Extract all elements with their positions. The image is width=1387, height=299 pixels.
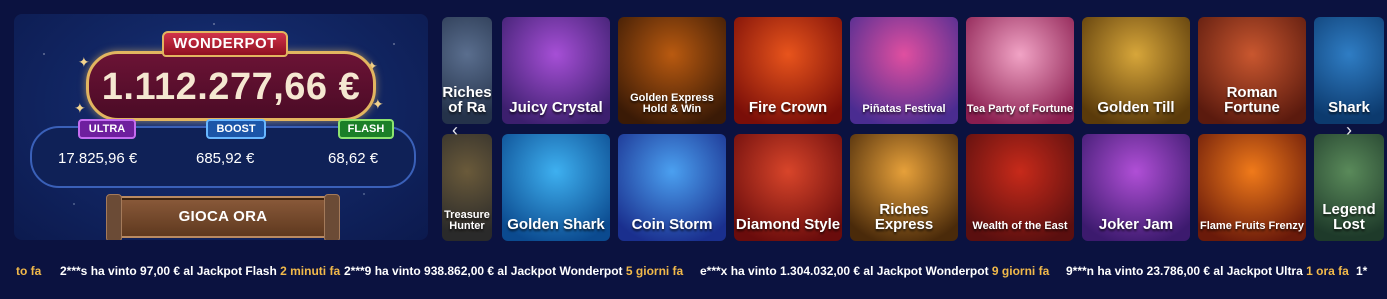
ticker-item: e***x ha vinto 1.304.032,00 € al Jackpot… [700,264,1049,278]
game-title: Piñatas Festival [862,103,946,116]
jackpot-panel: ✦ ✦ ✦ ✦ 1.112.277,66 € WONDERPOT ULTRA B… [14,14,428,240]
ticker-text: 9***n ha vinto 23.786,00 € al Jackpot Ul… [1066,264,1307,278]
boost-value: 685,92 € [196,150,255,167]
game-tile[interactable]: Joker Jam [1082,134,1190,241]
game-title: Diamond Style [735,216,841,234]
ultra-value: 17.825,96 € [58,150,138,167]
carousel-next-icon[interactable]: › [1346,120,1352,141]
game-tile[interactable]: Fire Crown [734,17,842,124]
game-title: Coin Storm [631,216,713,234]
game-title: Juicy Crystal [509,99,603,117]
wonderpot-frame: 1.112.277,66 € [86,51,376,121]
game-tile[interactable]: Treasure Hunter [442,134,492,241]
ticker-text: e***x ha vinto 1.304.032,00 € al Jackpot… [700,264,992,278]
game-title: Tea Party of Fortune [966,103,1074,116]
game-carousel: Riches of Ra Treasure Hunter Juicy Crystal… [442,17,1387,241]
game-title: Golden Till [1097,99,1175,117]
ticker-time: 9 giorni fa [991,264,1050,278]
flash-badge: FLASH [338,119,394,139]
ticker-text: 1* [1356,264,1368,278]
ticker-text: 2***s ha vinto 97,00 € al Jackpot Flash [60,264,281,278]
game-title: Joker Jam [1098,216,1174,234]
game-title: Legend Lost [1322,200,1376,234]
star-decoration-icon: ✦ [78,54,90,70]
ticker-item: 1* [1356,264,1367,278]
game-tile[interactable]: Golden Till [1082,17,1190,124]
ticker-text: 2***9 ha vinto 938.862,00 € al Jackpot W… [344,264,626,278]
game-title: Shark [1328,99,1370,117]
ticker-item: 2***s ha vinto 97,00 € al Jackpot Flash … [60,264,340,278]
game-title: Treasure Hunter [444,208,490,233]
ticker-item: 2***9 ha vinto 938.862,00 € al Jackpot W… [344,264,683,278]
game-tile[interactable]: Diamond Style [734,134,842,241]
game-tile[interactable]: Roman Fortune [1198,17,1306,124]
ticker-text: to fa [16,264,42,278]
game-title: Flame Fruits Frenzy [1200,220,1304,233]
game-tile[interactable]: Coin Storm [618,134,726,241]
game-title: Riches Express [874,200,934,234]
game-title: Wealth of the East [972,220,1068,233]
play-now-button[interactable]: GIOCA ORA [106,194,340,240]
game-title: Golden Shark [507,216,605,234]
mini-jackpots: ULTRA BOOST FLASH 17.825,96 € 685,92 € 6… [30,119,416,188]
game-title: Riches of Ra [442,83,492,117]
game-tile[interactable]: Piñatas Festival [850,17,958,124]
game-tile[interactable]: Shark [1314,17,1384,124]
ticker-time: 1 ora fa [1306,264,1349,278]
wonderpot-value: 1.112.277,66 € [101,66,361,108]
ticker-item: 9***n ha vinto 23.786,00 € al Jackpot Ul… [1066,264,1349,278]
game-tile[interactable]: Wealth of the East [966,134,1074,241]
boost-badge: BOOST [206,119,266,139]
game-title: Roman Fortune [1224,83,1280,117]
game-tile[interactable]: Legend Lost [1314,134,1384,241]
ticker-time: 5 giorni fa [625,264,684,278]
carousel-prev-icon[interactable]: ‹ [452,120,458,141]
game-tile[interactable]: Juicy Crystal [502,17,610,124]
ticker-time: 2 minuti fa [280,264,341,278]
ticker-item: to fa [16,264,41,278]
wonderpot-title: WONDERPOT [162,31,288,57]
game-title: Golden Express Hold & Win [630,91,714,116]
game-tile[interactable]: Riches Express [850,134,958,241]
star-decoration-icon: ✦ [74,100,86,116]
flash-value: 68,62 € [328,150,379,167]
game-tile[interactable]: Golden Shark [502,134,610,241]
game-tile[interactable]: Flame Fruits Frenzy [1198,134,1306,241]
ultra-badge: ULTRA [78,119,136,139]
winners-ticker: to fa 2***s ha vinto 97,00 € al Jackpot F… [0,258,1387,282]
game-title: Fire Crown [748,99,828,117]
game-tile[interactable]: Riches of Ra [442,17,492,124]
game-tile[interactable]: Golden Express Hold & Win [618,17,726,124]
game-tile[interactable]: Tea Party of Fortune [966,17,1074,124]
